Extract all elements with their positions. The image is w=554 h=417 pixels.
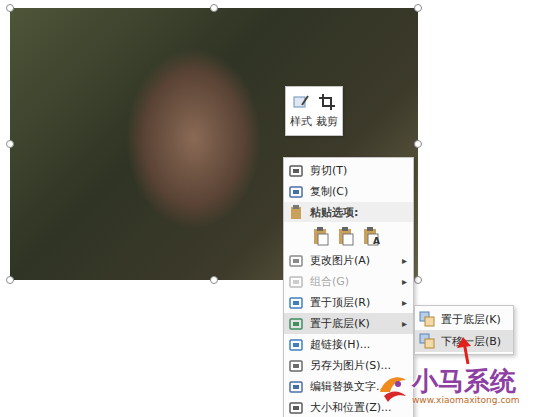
resize-handle[interactable]	[210, 4, 218, 12]
annotation-arrow-icon	[454, 336, 484, 366]
paste-options-header: 粘贴选项:	[284, 202, 413, 222]
submenu-arrow: ▸	[402, 318, 413, 329]
menu-item[interactable]: 置于底层(K)▸	[284, 313, 413, 334]
mini-toolbar-button[interactable]: 裁剪	[315, 91, 339, 131]
submenu-arrow: ▸	[402, 255, 413, 266]
menu-item-icon	[288, 358, 304, 374]
resize-handle[interactable]	[210, 276, 218, 284]
watermark: 小马系统www.xiaomaxitong.com	[376, 368, 520, 405]
style-icon	[292, 93, 310, 111]
crop-icon	[318, 93, 336, 111]
submenu-arrow: ▸	[402, 276, 413, 287]
slide-canvas: 样式裁剪剪切(T)复制(C)粘贴选项: A 更改图片(A)▸组合(G)▸置于顶层(R…	[0, 0, 554, 417]
resize-handle[interactable]	[414, 140, 422, 148]
menu-item[interactable]: 置于顶层(R)▸	[284, 292, 413, 313]
menu-item-icon	[288, 379, 304, 395]
paste-options: A	[284, 222, 413, 250]
resize-handle[interactable]	[414, 276, 422, 284]
menu-item[interactable]: 大小和位置(Z)...	[284, 397, 413, 417]
paste-option-button[interactable]: A	[360, 225, 382, 247]
submenu-arrow: ▸	[402, 297, 413, 308]
menu-item-icon	[288, 253, 304, 269]
menu-item[interactable]: 剪切(T)	[284, 160, 413, 181]
horse-logo-icon	[376, 370, 410, 404]
menu-item-icon	[288, 184, 304, 200]
paste-icon	[288, 204, 304, 220]
paste-option-button[interactable]	[310, 225, 332, 247]
menu-item-icon	[288, 316, 304, 332]
clipboard-icon	[336, 226, 356, 246]
menu-item[interactable]: 复制(C)	[284, 181, 413, 202]
menu-item[interactable]: 更改图片(A)▸	[284, 250, 413, 271]
paste-option-button[interactable]	[335, 225, 357, 247]
resize-handle[interactable]	[6, 140, 14, 148]
submenu-item[interactable]: 置于底层(K)	[415, 308, 513, 330]
menu-item[interactable]: 超链接(H)...	[284, 334, 413, 355]
menu-item-icon	[288, 337, 304, 353]
resize-handle[interactable]	[414, 4, 422, 12]
resize-handle[interactable]	[6, 4, 14, 12]
mini-toolbar: 样式裁剪	[285, 86, 343, 136]
menu-item-icon	[288, 274, 304, 290]
menu-item-icon	[288, 163, 304, 179]
resize-handle[interactable]	[6, 276, 14, 284]
layer-icon	[419, 333, 435, 349]
menu-item[interactable]: 另存为图片(S)...	[284, 355, 413, 376]
menu-item-icon	[288, 295, 304, 311]
clipboard-icon	[311, 226, 331, 246]
mini-toolbar-button[interactable]: 样式	[289, 91, 313, 131]
menu-item: 组合(G)▸	[284, 271, 413, 292]
layer-icon	[419, 311, 435, 327]
menu-item-icon	[288, 400, 304, 416]
